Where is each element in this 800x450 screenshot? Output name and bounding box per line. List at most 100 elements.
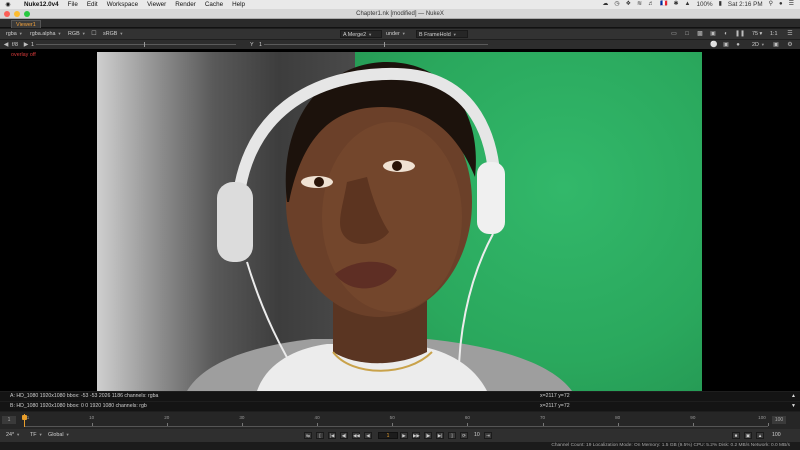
timeline-start-field[interactable]: 1 bbox=[2, 416, 16, 424]
current-frame-field[interactable]: 1 bbox=[378, 432, 398, 439]
menu-file[interactable]: File bbox=[68, 1, 78, 8]
step-back-button[interactable]: ◀◀ bbox=[352, 432, 360, 439]
battery-icon[interactable]: ▮ bbox=[719, 0, 722, 9]
out-point-button[interactable]: ] bbox=[448, 432, 456, 439]
menu-app-name[interactable]: Nuke12.0v4 bbox=[24, 1, 59, 8]
notification-center-icon[interactable]: ☰ bbox=[789, 0, 794, 9]
input-b-dropdown[interactable]: B FrameHold ▼ bbox=[416, 30, 468, 38]
previous-keyframe-button[interactable]: ◀| bbox=[340, 432, 348, 439]
chevron-down-icon: ▼ bbox=[760, 41, 765, 47]
range-dropdown[interactable]: Global ▼ bbox=[46, 431, 72, 439]
gamma-value[interactable]: 1 bbox=[257, 41, 264, 49]
timeline-ruler[interactable]: 1 10 20 30 40 50 60 70 80 90 100 bbox=[22, 414, 769, 427]
timeline-end-field[interactable]: 100 bbox=[772, 416, 786, 424]
info-line-b: B: HD_1080 1920x1080 bbox: 0 0 1920 1080… bbox=[0, 402, 800, 411]
composite-mode-dropdown[interactable]: under ▼ bbox=[384, 30, 408, 38]
play-backward-button[interactable]: ◀ bbox=[364, 432, 372, 439]
timecode-value: TF bbox=[30, 432, 37, 438]
timecode-dropdown[interactable]: TF ▼ bbox=[28, 431, 45, 439]
input-flag-icon[interactable]: 🇫🇷 bbox=[660, 0, 667, 9]
display-channels-dropdown[interactable]: RGB ▼ bbox=[66, 30, 88, 38]
cloud-icon[interactable]: ☁ bbox=[602, 0, 608, 9]
clock[interactable]: Sat 2:16 PM bbox=[728, 1, 763, 8]
menu-workspace[interactable]: Workspace bbox=[107, 1, 138, 8]
menu-render[interactable]: Render bbox=[175, 1, 196, 8]
close-window-button[interactable] bbox=[4, 11, 10, 17]
pause-icon[interactable]: ❚❚ bbox=[735, 30, 745, 38]
fstop-arrow-icon[interactable]: ◀ bbox=[2, 41, 10, 49]
in-out-toggle-icon[interactable]: ⇆ bbox=[304, 432, 312, 439]
menu-help[interactable]: Help bbox=[232, 1, 245, 8]
input-a-dropdown[interactable]: A Merge2 ▼ bbox=[340, 30, 382, 38]
bluetooth-icon[interactable]: ✱ bbox=[674, 0, 679, 9]
timeline-tick bbox=[392, 423, 394, 426]
roi-icon[interactable]: ▭ bbox=[670, 30, 678, 38]
safe-area-icon[interactable]: □ bbox=[683, 30, 691, 38]
loop-icon[interactable]: ⟳ bbox=[460, 432, 468, 439]
next-keyframe-button[interactable]: |▶ bbox=[424, 432, 432, 439]
menu-cache[interactable]: Cache bbox=[205, 1, 223, 8]
fstop-value[interactable]: f/8 bbox=[10, 41, 20, 49]
view-mode-dropdown[interactable]: 2D ▼ bbox=[750, 41, 767, 49]
minimize-window-button[interactable] bbox=[14, 11, 20, 17]
timer-icon[interactable]: ◷ bbox=[614, 0, 619, 9]
apple-icon[interactable]: ◉ bbox=[4, 1, 12, 8]
settings-icon[interactable]: ⚙ bbox=[786, 41, 794, 49]
play-forward-button[interactable]: ▶ bbox=[400, 432, 408, 439]
menu-edit[interactable]: Edit bbox=[87, 1, 98, 8]
dropbox-icon[interactable]: ❖ bbox=[626, 0, 631, 9]
playhead-handle[interactable] bbox=[22, 415, 27, 420]
frame-increment-field[interactable]: 10 bbox=[474, 432, 480, 439]
gain-slider[interactable] bbox=[36, 42, 236, 47]
chevron-down-icon: ▼ bbox=[38, 432, 43, 437]
proxy-scale-value: 1:1 bbox=[770, 31, 778, 37]
lut-lock-icon[interactable]: ☐ bbox=[90, 30, 98, 38]
timeline-tick-label: 1 bbox=[26, 415, 30, 420]
viewer-image[interactable] bbox=[97, 52, 702, 391]
viewer-toolbar-bottom: ◀ f/8 ▶ 1 Y 1 ⚪ ▣ ● 2D ▼ ▣ ⚙ bbox=[0, 40, 800, 49]
timeline[interactable]: 1 1 10 20 30 40 50 60 70 80 90 100 100 bbox=[0, 412, 800, 429]
region-icon[interactable]: ▣ bbox=[709, 30, 717, 38]
go-to-end-button[interactable]: ▶| bbox=[436, 432, 444, 439]
mask-icon[interactable]: ▣ bbox=[722, 41, 730, 49]
gain-slider-handle[interactable] bbox=[144, 42, 145, 47]
menu-viewer[interactable]: Viewer bbox=[147, 1, 166, 8]
maximize-window-button[interactable] bbox=[24, 11, 30, 17]
step-forward-button[interactable]: ▶▶ bbox=[412, 432, 420, 439]
timeline-tick-label: 60 bbox=[464, 415, 470, 420]
alpha-channel-dropdown[interactable]: rgba.alpha ▼ bbox=[28, 30, 63, 38]
channels-value: rgba bbox=[6, 31, 17, 37]
channels-dropdown[interactable]: rgba ▼ bbox=[4, 30, 25, 38]
info-up-icon[interactable]: ▲ bbox=[791, 392, 796, 401]
in-point-button[interactable]: [ bbox=[316, 432, 324, 439]
lut-dropdown[interactable]: sRGB ▼ bbox=[101, 30, 125, 38]
timeline-tick bbox=[467, 423, 469, 426]
camera-icon[interactable]: ▣ bbox=[772, 41, 780, 49]
user-icon[interactable]: ● bbox=[779, 0, 783, 9]
color-picker-icon[interactable]: ⚪ bbox=[710, 41, 718, 49]
subject-portrait bbox=[187, 62, 572, 391]
cache-icon[interactable]: ■ bbox=[732, 432, 740, 439]
zoom-dropdown[interactable]: 75 ▾ bbox=[750, 30, 764, 38]
lock-icon[interactable]: ● bbox=[734, 41, 742, 49]
gain-value[interactable]: 1 bbox=[29, 41, 36, 49]
wifi-icon[interactable]: ≋ bbox=[637, 0, 642, 9]
gamma-slider-handle[interactable] bbox=[384, 42, 385, 47]
skip-icon[interactable]: ⇥ bbox=[484, 432, 492, 439]
fps-dropdown[interactable]: 24* ▼ bbox=[4, 431, 22, 439]
viewer-menu-icon[interactable]: ☰ bbox=[786, 30, 794, 38]
volume-icon[interactable]: ♬ bbox=[648, 0, 654, 9]
wifi-signal-icon[interactable]: ▲ bbox=[685, 0, 691, 9]
info-down-icon[interactable]: ▼ bbox=[791, 402, 796, 411]
proxy-scale-dropdown[interactable]: 1:1 bbox=[768, 30, 780, 38]
bookmark-icon[interactable]: ▲ bbox=[756, 432, 764, 439]
viewer-canvas[interactable]: overlay off bbox=[0, 49, 800, 391]
tab-viewer1[interactable]: Viewer1 bbox=[11, 20, 41, 28]
proxy-icon[interactable]: ▩ bbox=[696, 30, 704, 38]
lock-range-icon[interactable]: ▣ bbox=[744, 432, 752, 439]
end-frame-field[interactable]: 100 bbox=[772, 432, 781, 439]
wipe-icon[interactable]: ◐ bbox=[722, 30, 730, 38]
go-to-start-button[interactable]: |◀ bbox=[328, 432, 336, 439]
search-icon[interactable]: ⚲ bbox=[769, 0, 773, 9]
gamma-slider[interactable] bbox=[264, 42, 488, 47]
